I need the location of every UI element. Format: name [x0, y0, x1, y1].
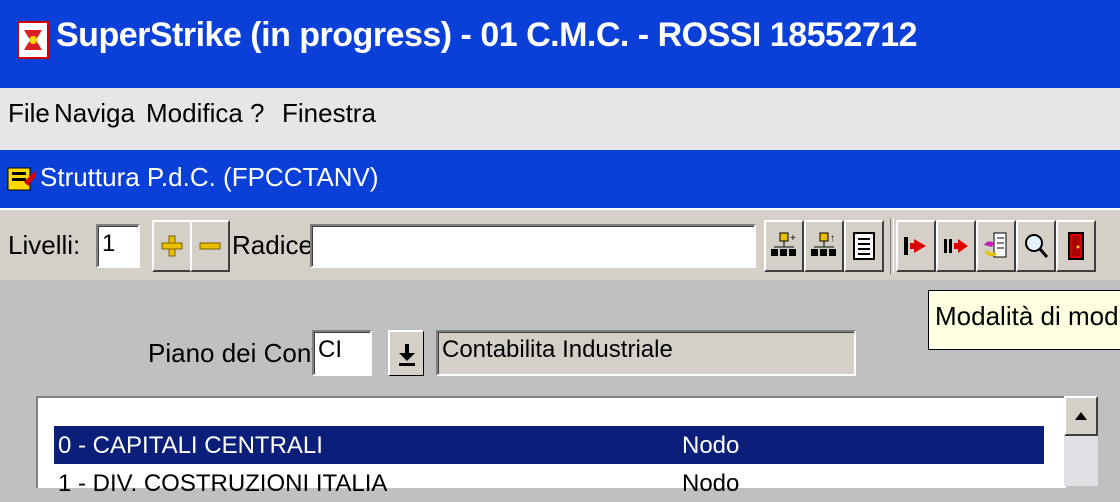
arrow-left-icon: [904, 237, 926, 255]
arrow-up-icon: [1075, 412, 1087, 420]
menu-file[interactable]: File: [8, 98, 50, 129]
app-title-bar[interactable]: SuperStrike (in progress) - 01 C.M.C. - …: [0, 0, 1120, 88]
list-view-button[interactable]: [844, 220, 884, 272]
edit-mode-button[interactable]: [976, 220, 1016, 272]
toolbar: Livelli: 1 Radice: + ↑: [0, 208, 1120, 282]
toolbar-separator: [890, 218, 894, 274]
tree-collapse-icon: ↑: [811, 232, 836, 256]
child-window-title: Struttura P.d.C. (FPCCTANV): [40, 162, 379, 192]
menu-help[interactable]: ?: [250, 98, 264, 129]
tree-expand-icon: +: [771, 232, 796, 256]
edit-mode-icon: [984, 232, 1007, 258]
piano-description-field: Contabilita Industriale: [436, 330, 856, 376]
edit-mode-tooltip: Modalità di modifica: [928, 290, 1120, 350]
piano-dropdown-button[interactable]: [388, 330, 424, 376]
arrow-down-icon: [398, 343, 415, 366]
move-right-button[interactable]: [936, 220, 976, 272]
child-window-title-bar[interactable]: Struttura P.d.C. (FPCCTANV): [0, 150, 1120, 208]
scroll-up-button[interactable]: [1064, 396, 1098, 436]
svg-text:↑: ↑: [830, 233, 835, 244]
svg-text:+: +: [790, 233, 796, 244]
piano-dei-conti-label: Piano dei Conti :: [148, 338, 339, 368]
livelli-input[interactable]: 1: [96, 224, 140, 268]
app-logo-icon: [17, 21, 49, 59]
livelli-label: Livelli:: [8, 230, 81, 260]
list-item-type: Nodo: [682, 470, 740, 497]
menu-bar: File Naviga Modifica ? Finestra: [0, 88, 1120, 150]
list-item[interactable]: 0 - CAPITALI CENTRALI Nodo: [54, 426, 1044, 464]
list-item-name: 0 - CAPITALI CENTRALI: [58, 432, 323, 459]
collapse-tree-button[interactable]: ↑: [804, 220, 844, 272]
exit-door-icon: [1068, 232, 1084, 260]
magnifier-icon: [1025, 234, 1049, 258]
window-title: SuperStrike (in progress) - 01 C.M.C. - …: [56, 16, 918, 54]
radice-label: Radice:: [232, 230, 321, 260]
move-left-button[interactable]: [896, 220, 936, 272]
arrow-right-icon: [944, 239, 968, 253]
radice-input[interactable]: [310, 224, 756, 268]
vertical-scrollbar[interactable]: [1064, 396, 1098, 486]
list-item[interactable]: 1 - DIV. COSTRUZIONI ITALIA Nodo: [54, 464, 1044, 502]
piano-code-field[interactable]: CI: [312, 330, 372, 376]
expand-tree-button[interactable]: +: [764, 220, 804, 272]
form-icon: [7, 167, 36, 191]
list-item-name: 1 - DIV. COSTRUZIONI ITALIA: [58, 470, 388, 497]
menu-finestra[interactable]: Finestra: [282, 98, 376, 129]
account-tree-list[interactable]: 0 - CAPITALI CENTRALI Nodo 1 - DIV. COST…: [36, 396, 1066, 497]
plus-icon: [161, 235, 183, 257]
list-item-type: Nodo: [682, 432, 740, 459]
document-list-icon: [853, 232, 875, 260]
add-level-button[interactable]: [152, 220, 192, 272]
minus-icon: [199, 242, 221, 250]
exit-button[interactable]: [1056, 220, 1096, 272]
menu-naviga[interactable]: Naviga: [54, 98, 135, 129]
remove-level-button[interactable]: [190, 220, 230, 272]
menu-modifica[interactable]: Modifica: [146, 98, 243, 129]
search-button[interactable]: [1016, 220, 1056, 272]
